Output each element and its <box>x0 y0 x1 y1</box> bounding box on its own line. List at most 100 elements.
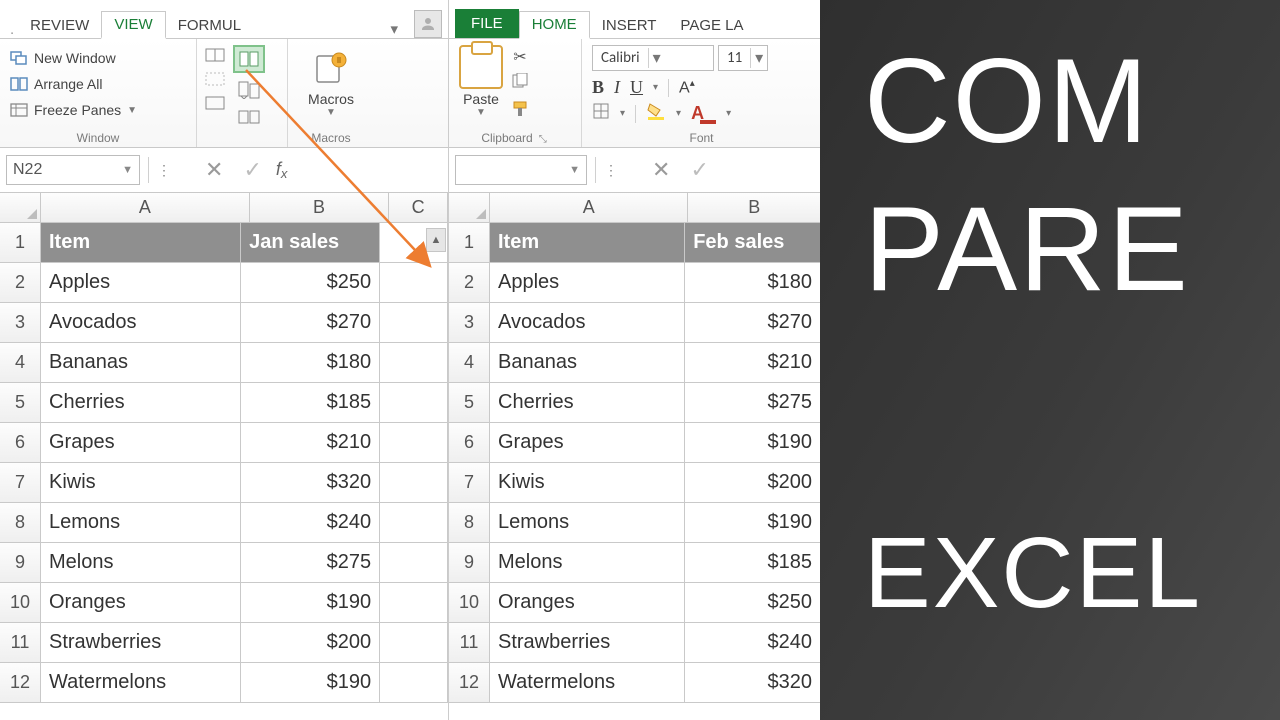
underline-button[interactable]: U <box>630 77 643 98</box>
cell-sales[interactable]: $320 <box>241 463 380 503</box>
cell-sales[interactable]: $275 <box>685 383 821 423</box>
paste-button[interactable] <box>459 45 503 89</box>
cut-icon[interactable]: ✂ <box>513 47 526 67</box>
freeze-panes-button[interactable]: Freeze Panes ▼ <box>10 97 186 123</box>
row-header[interactable]: 11 <box>449 623 490 663</box>
fill-color-icon[interactable] <box>646 102 666 125</box>
row-header[interactable]: 4 <box>449 343 490 383</box>
cell-item[interactable]: Watermelons <box>41 663 241 703</box>
enter-formula-icon[interactable]: ✓ <box>684 157 714 183</box>
cell-sales[interactable]: $200 <box>241 623 380 663</box>
tab-view[interactable]: VIEW <box>101 11 165 39</box>
select-all-corner[interactable] <box>0 193 41 223</box>
cell-sales[interactable]: $200 <box>685 463 821 503</box>
unhide-icon[interactable] <box>203 93 227 113</box>
select-all-corner[interactable] <box>449 193 490 223</box>
borders-icon[interactable] <box>592 102 610 125</box>
row-header[interactable]: 11 <box>0 623 41 663</box>
macros-button[interactable] <box>309 45 353 91</box>
cell-item[interactable]: Strawberries <box>490 623 685 663</box>
cell-sales[interactable]: $240 <box>685 623 821 663</box>
cell[interactable] <box>380 543 448 583</box>
cancel-formula-icon[interactable]: ✕ <box>646 157 676 183</box>
cell-sales[interactable]: $180 <box>685 263 821 303</box>
copy-icon[interactable] <box>511 73 529 94</box>
cell-sales[interactable]: $250 <box>685 583 821 623</box>
cell-item[interactable]: Cherries <box>41 383 241 423</box>
row-header[interactable]: 3 <box>449 303 490 343</box>
row-header[interactable]: 5 <box>449 383 490 423</box>
row-header[interactable]: 2 <box>449 263 490 303</box>
col-header-a[interactable]: A <box>41 193 250 223</box>
row-header[interactable]: 8 <box>0 503 41 543</box>
header-sales[interactable]: Jan sales <box>241 223 380 263</box>
clipboard-launcher-icon[interactable]: ⤡ <box>539 134 549 145</box>
cell-sales[interactable]: $275 <box>241 543 380 583</box>
header-sales[interactable]: Feb sales <box>685 223 821 263</box>
cell[interactable] <box>380 383 448 423</box>
row-header[interactable]: 12 <box>449 663 490 703</box>
header-item[interactable]: Item <box>490 223 685 263</box>
tab-insert[interactable]: INSERT <box>590 13 669 38</box>
row-header[interactable]: 6 <box>0 423 41 463</box>
cancel-formula-icon[interactable]: ✕ <box>199 157 229 183</box>
cell-sales[interactable]: $190 <box>241 583 380 623</box>
cell-sales[interactable]: $185 <box>241 383 380 423</box>
row-header[interactable]: 9 <box>0 543 41 583</box>
cell-item[interactable]: Strawberries <box>41 623 241 663</box>
row-header[interactable]: 12 <box>0 663 41 703</box>
tab-page-layout[interactable]: PAGE LA <box>668 13 755 38</box>
cell-sales[interactable]: $190 <box>685 423 821 463</box>
cell-item[interactable]: Melons <box>490 543 685 583</box>
account-avatar-icon[interactable] <box>414 10 442 38</box>
bold-button[interactable]: B <box>592 77 604 98</box>
grid-left[interactable]: A B C 1 Item Jan sales 2Apples$2503Avoca… <box>0 193 448 703</box>
font-size-select[interactable]: 11▾ <box>718 45 768 71</box>
row-header[interactable]: 10 <box>449 583 490 623</box>
cell-sales[interactable]: $190 <box>685 503 821 543</box>
row-header[interactable]: 10 <box>0 583 41 623</box>
cell-item[interactable]: Lemons <box>41 503 241 543</box>
ribbon-overflow-icon[interactable]: ▾ <box>390 20 406 38</box>
tab-home[interactable]: HOME <box>519 11 590 39</box>
cell-sales[interactable]: $185 <box>685 543 821 583</box>
cell-sales[interactable]: $270 <box>241 303 380 343</box>
row-header[interactable]: 5 <box>0 383 41 423</box>
fx-icon[interactable]: fx <box>276 159 288 181</box>
cell-item[interactable]: Lemons <box>490 503 685 543</box>
row-header[interactable]: 6 <box>449 423 490 463</box>
cell-item[interactable]: Grapes <box>490 423 685 463</box>
cell[interactable] <box>380 503 448 543</box>
sync-scroll-icon[interactable] <box>237 77 261 103</box>
cell-item[interactable]: Avocados <box>41 303 241 343</box>
cell[interactable] <box>380 583 448 623</box>
cell[interactable] <box>380 463 448 503</box>
tab-review[interactable]: REVIEW <box>18 13 101 38</box>
col-header-c[interactable]: C <box>389 193 448 223</box>
row-header[interactable]: 8 <box>449 503 490 543</box>
row-header[interactable]: 9 <box>449 543 490 583</box>
cell-item[interactable]: Bananas <box>490 343 685 383</box>
cell-item[interactable]: Avocados <box>490 303 685 343</box>
col-header-a[interactable]: A <box>490 193 688 223</box>
view-side-by-side-button[interactable] <box>233 45 265 73</box>
cell-sales[interactable]: $240 <box>241 503 380 543</box>
hide-icon[interactable] <box>203 69 227 89</box>
cell-sales[interactable]: $270 <box>685 303 821 343</box>
tab-file[interactable]: FILE <box>455 9 519 38</box>
new-window-button[interactable]: New Window <box>10 45 186 71</box>
cell-item[interactable]: Apples <box>41 263 241 303</box>
cell[interactable] <box>380 663 448 703</box>
row-header[interactable]: 1 <box>449 223 490 263</box>
split-icon[interactable] <box>203 45 227 65</box>
row-header[interactable]: 2 <box>0 263 41 303</box>
enter-formula-icon[interactable]: ✓ <box>237 157 267 183</box>
cell-item[interactable]: Kiwis <box>490 463 685 503</box>
row-header[interactable]: 3 <box>0 303 41 343</box>
row-header[interactable]: 7 <box>0 463 41 503</box>
scroll-up-button[interactable]: ▲ <box>426 228 446 252</box>
col-header-b[interactable]: B <box>688 193 821 223</box>
format-painter-icon[interactable] <box>511 100 529 123</box>
cell-item[interactable]: Apples <box>490 263 685 303</box>
cell-sales[interactable]: $180 <box>241 343 380 383</box>
